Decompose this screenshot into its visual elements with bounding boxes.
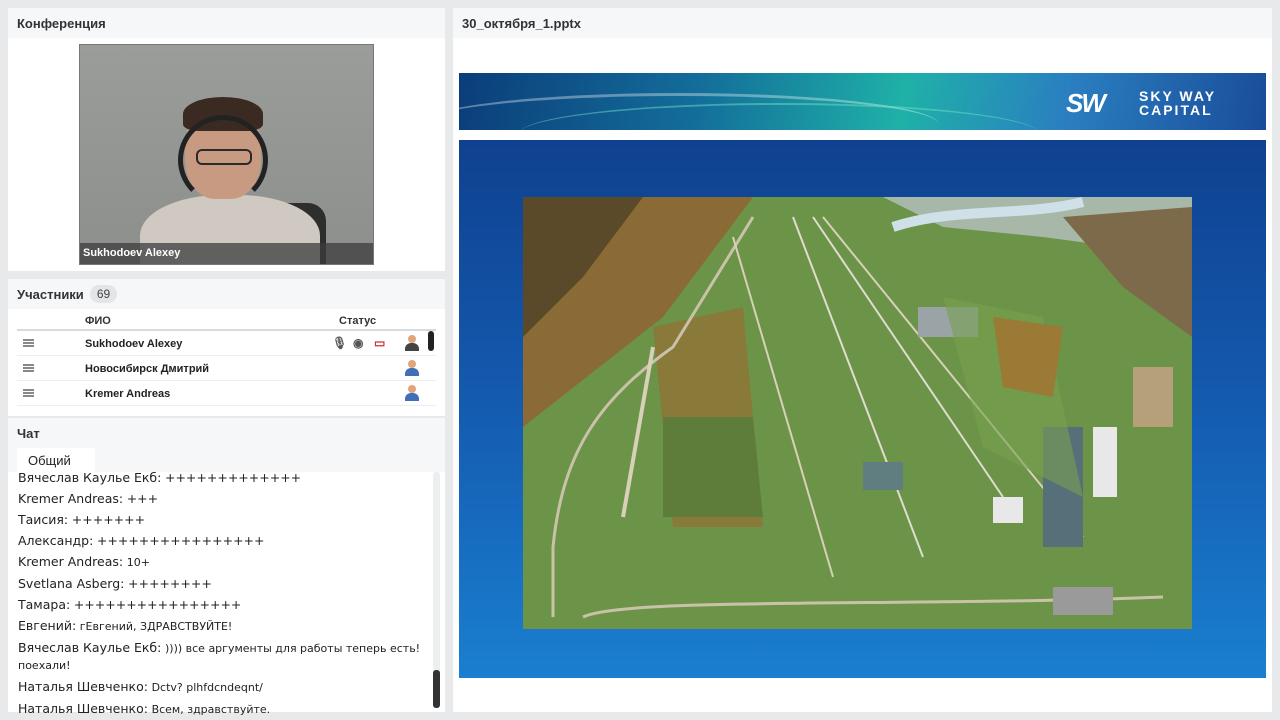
- slide: SW SKY WAY CAPITAL: [459, 73, 1266, 678]
- chat-scrollbar-thumb[interactable]: [433, 670, 440, 708]
- camera-icon[interactable]: ◉: [353, 336, 363, 350]
- chat-message: Наталья Шевченко: Всем, здравствуйте.: [18, 701, 428, 718]
- chat-message: Вячеслав Каулье Екб: +++++++++++++: [18, 470, 428, 486]
- screen-share-off-icon[interactable]: ▭: [374, 336, 385, 350]
- chat-messages: Вячеслав Каулье Екб: +++++++++++++ Kremer…: [18, 470, 428, 720]
- headset-icon: [178, 115, 268, 205]
- video-name-label: Sukhodoev Alexey: [80, 243, 373, 264]
- drag-handle-icon[interactable]: [23, 389, 34, 397]
- column-name[interactable]: ФИО: [85, 315, 111, 327]
- user-avatar-icon: [405, 360, 419, 376]
- chat-tabs: Общий: [8, 448, 445, 472]
- chat-message-text: ++++++++++++++++: [73, 597, 242, 612]
- participants-title: Участники: [17, 286, 84, 302]
- conference-panel: Конференция Sukhodoev Alexey: [8, 8, 445, 271]
- chat-message-text: Всем, здравствуйте.: [151, 703, 271, 716]
- user-avatar-icon: [405, 335, 419, 351]
- participants-header: Участники 69: [8, 279, 445, 309]
- participant-name: Новосибирск Дмитрий: [85, 363, 210, 375]
- video-feed[interactable]: Sukhodoev Alexey: [79, 44, 374, 265]
- chat-panel: Чат Общий Вячеслав Каулье Екб: +++++++++…: [8, 418, 445, 716]
- chat-message: Svetlana Asberg: ++++++++: [18, 576, 428, 592]
- skyway-logo-text: SKY WAY CAPITAL: [1139, 89, 1216, 117]
- logo-line-1: SKY WAY: [1139, 88, 1217, 104]
- chat-message-author: Александр:: [18, 533, 94, 548]
- chat-message-author: Вячеслав Каулье Екб:: [18, 640, 162, 655]
- presentation-panel: 30_октября_1.pptx SW SKY WAY CAPITAL: [453, 8, 1272, 712]
- chat-message-author: Svetlana Asberg:: [18, 576, 125, 591]
- chat-message-author: Kremer Andreas:: [18, 554, 124, 569]
- presentation-title: 30_октября_1.pptx: [453, 8, 1272, 38]
- participant-row[interactable]: Kremer Andreas: [17, 381, 436, 406]
- chat-message-text: ++++++++++++++++: [96, 533, 265, 548]
- chat-message-text: 10+: [126, 556, 150, 569]
- chat-message-author: Вячеслав Каулье Екб:: [18, 470, 162, 485]
- tab-general[interactable]: Общий: [17, 448, 95, 472]
- chat-message: Александр: ++++++++++++++++: [18, 533, 428, 549]
- chat-message: Таисия: +++++++: [18, 512, 428, 528]
- chat-message: Тамара: ++++++++++++++++: [18, 597, 428, 613]
- aerial-photo: [523, 197, 1192, 629]
- slide-header-band: SW SKY WAY CAPITAL: [459, 73, 1266, 130]
- chat-message-text: гЕвгений, ЗДРАВСТВУЙТЕ!: [79, 620, 233, 633]
- chat-message-author: Евгений:: [18, 618, 77, 633]
- chat-scrollbar[interactable]: [433, 472, 440, 708]
- drag-handle-icon[interactable]: [23, 339, 34, 347]
- chat-message: Наталья Шевченко: Dctv? plhfdcndeqnt/: [18, 679, 428, 696]
- participant-row[interactable]: Sukhodoev Alexey 🎙 ◉ ▭: [17, 331, 436, 356]
- chat-message-author: Наталья Шевченко:: [18, 701, 148, 716]
- user-avatar-icon: [405, 385, 419, 401]
- skyway-logo-mark: SW: [1066, 88, 1106, 118]
- chat-message-text: Dctv? plhfdcndeqnt/: [151, 681, 263, 694]
- column-status[interactable]: Статус: [339, 315, 376, 327]
- participant-row[interactable]: Новосибирск Дмитрий: [17, 356, 436, 381]
- chat-message-author: Наталья Шевченко:: [18, 679, 148, 694]
- chat-message: Kremer Andreas: 10+: [18, 554, 428, 571]
- chat-message-text: ++++++++: [128, 576, 212, 591]
- aerial-photo-image: [523, 197, 1192, 629]
- logo-line-2: CAPITAL: [1139, 102, 1213, 118]
- drag-handle-icon[interactable]: [23, 364, 34, 372]
- chat-message-author: Kremer Andreas:: [18, 491, 124, 506]
- chat-message: Вячеслав Каулье Екб: )))) все аргументы …: [18, 640, 428, 674]
- participants-count-badge: 69: [89, 285, 118, 303]
- conference-title: Конференция: [8, 8, 445, 38]
- chat-message-text: +++++++++++++: [164, 470, 302, 485]
- chat-message: Kremer Andreas: +++: [18, 491, 428, 507]
- participants-columns: ФИО Статус: [17, 309, 436, 331]
- chat-message-text: +++++++: [71, 512, 146, 527]
- microphone-icon[interactable]: 🎙: [332, 336, 347, 350]
- chat-message-author: Таисия:: [18, 512, 69, 527]
- chat-message-text: +++: [126, 491, 159, 506]
- chat-message-author: Тамара:: [18, 597, 71, 612]
- chat-title: Чат: [8, 418, 445, 448]
- participant-name: Kremer Andreas: [85, 388, 171, 400]
- participant-name: Sukhodoev Alexey: [85, 338, 183, 350]
- participants-scrollbar[interactable]: [428, 331, 434, 351]
- slide-divider: [459, 130, 1266, 140]
- chat-message: Евгений: гЕвгений, ЗДРАВСТВУЙТЕ!: [18, 618, 428, 635]
- participants-panel: Участники 69 ФИО Статус Sukhodoev Alexey…: [8, 279, 445, 416]
